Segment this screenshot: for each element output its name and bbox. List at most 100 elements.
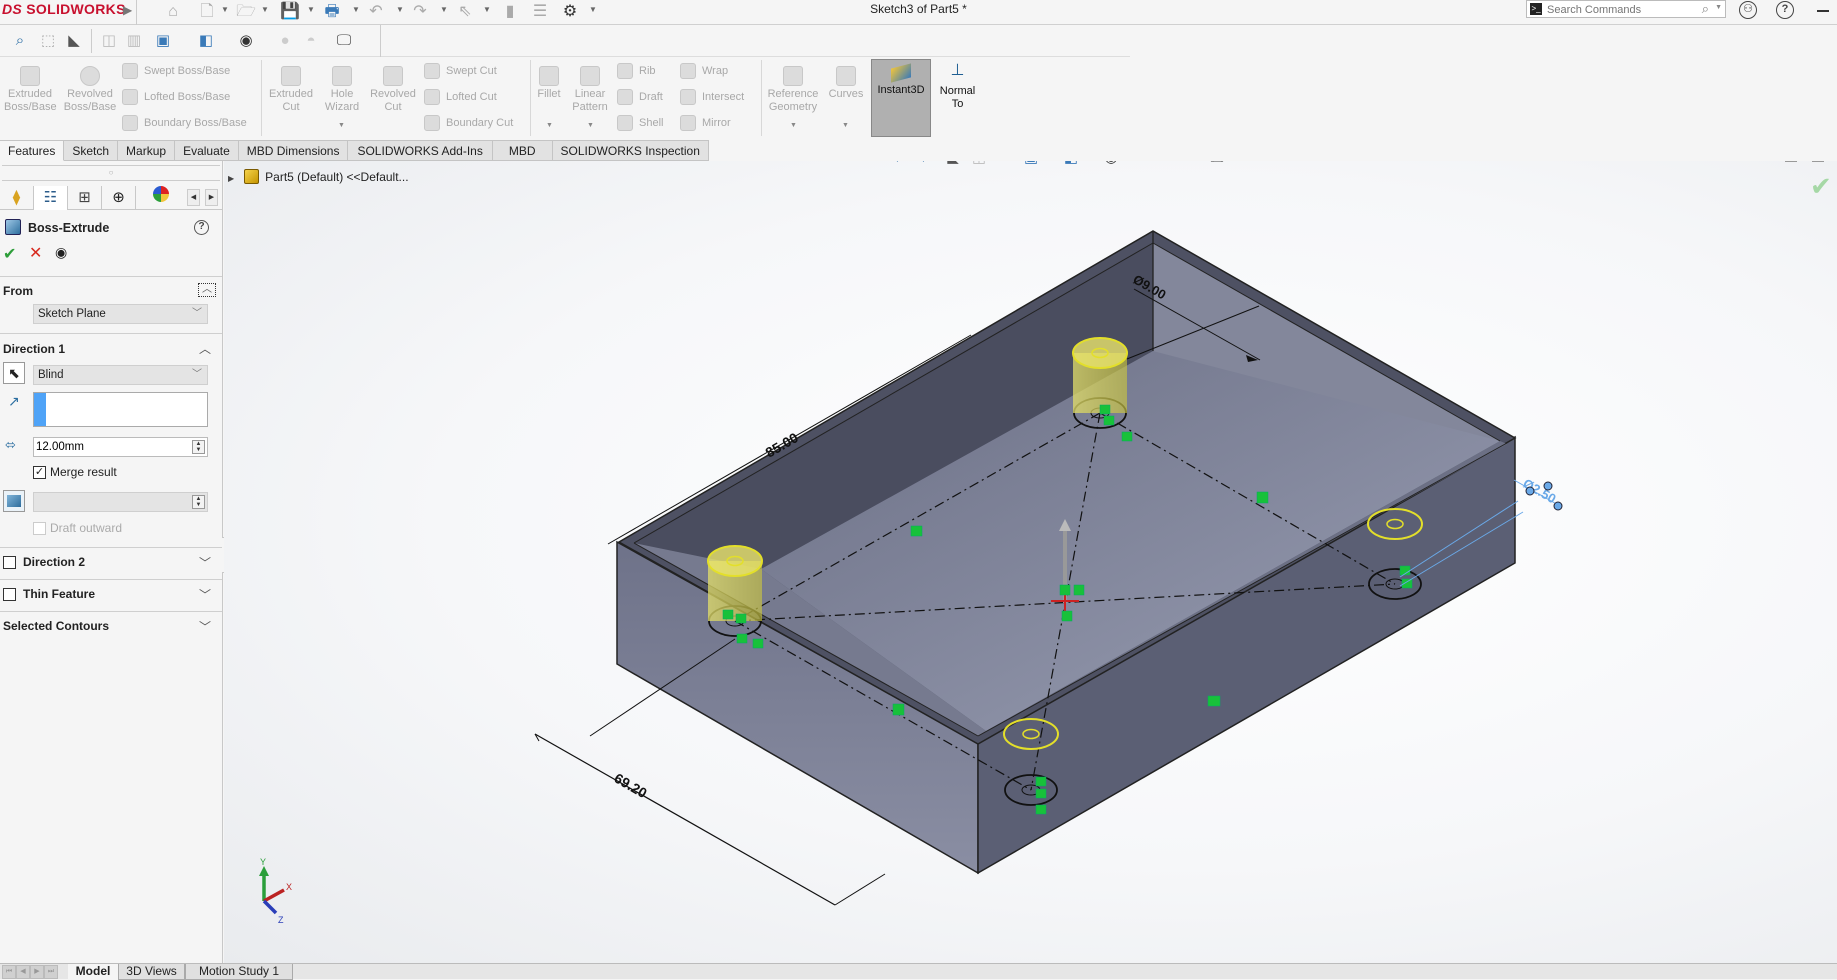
configurationmanager-icon[interactable]: ⊞ (68, 186, 102, 210)
mirror-button[interactable]: Mirror (680, 113, 731, 133)
dimension-width-label[interactable]: 69.20 (612, 770, 651, 801)
lofted-cut-button[interactable]: Lofted Cut (424, 87, 497, 107)
dimxpert-icon[interactable]: ⊕ (102, 186, 136, 210)
swept-cut-button[interactable]: Swept Cut (424, 61, 497, 81)
instant3d-button[interactable]: Instant3D (871, 59, 931, 137)
home-icon[interactable]: ⌂ (163, 2, 183, 22)
display-style-icon[interactable]: ◧ (1060, 161, 1082, 169)
save-dropdown-icon[interactable]: ▼ (307, 5, 315, 14)
redo-icon[interactable]: ↷ (410, 2, 430, 22)
tab-3d-views[interactable]: 3D Views (118, 964, 185, 980)
tab-solidworks-add-ins[interactable]: SOLIDWORKS Add-Ins (348, 140, 493, 161)
revolved-boss-base-button[interactable]: Revolved Boss/Base (62, 66, 118, 114)
reference-geometry-dropdown-icon[interactable]: ▼ (790, 122, 797, 129)
redo-dropdown-icon[interactable]: ▼ (440, 5, 448, 14)
tab-model[interactable]: Model (68, 964, 118, 980)
select-dropdown-icon[interactable]: ▼ (483, 5, 491, 14)
view-settings-icon[interactable]: 🖵 (1206, 161, 1228, 169)
minimize-icon[interactable] (1817, 10, 1829, 12)
linear-pattern-dropdown-icon[interactable]: ▼ (587, 122, 594, 129)
boundary-boss-base-button[interactable]: Boundary Boss/Base (122, 113, 247, 133)
file-properties-icon[interactable]: ☰ (530, 2, 550, 22)
previous-tab-icon[interactable]: ◀ (16, 965, 30, 979)
zoom-to-fit-icon[interactable]: ⌕ (890, 161, 912, 169)
extruded-boss-base-button[interactable]: Extruded Boss/Base (4, 66, 57, 114)
draft-button[interactable]: Draft (617, 87, 663, 107)
draft-spinner-arrows[interactable]: ▲ ▼ (192, 495, 205, 509)
tab-mbd-dimensions[interactable]: MBD Dimensions (238, 140, 349, 161)
undo-icon[interactable]: ↶ (366, 2, 386, 22)
end-condition-select[interactable]: Blind ﹀ (33, 365, 208, 385)
normal-to-button[interactable]: ⊥ Normal To (935, 62, 980, 111)
featuremanager-tree-icon[interactable]: ⧫ (0, 186, 34, 210)
collapse-from-chevron-icon[interactable]: ︿ (198, 283, 216, 297)
depth-input[interactable] (36, 439, 186, 455)
section-view-icon[interactable]: ◫ (98, 30, 120, 52)
depth-spinbox[interactable]: ▲▼ (33, 437, 208, 457)
tab-sketch[interactable]: Sketch (64, 140, 119, 161)
section-view-icon[interactable]: ◫ (968, 161, 990, 169)
apply-scene-icon[interactable]: ◓ (1166, 161, 1188, 169)
fillet-button[interactable]: Fillet (533, 66, 565, 101)
hide-show-items-icon[interactable]: ◉ (235, 30, 257, 52)
collapse-left-pane-icon[interactable]: ◂ (1785, 161, 1797, 162)
zoom-to-area-icon[interactable]: ⌕ (916, 161, 938, 169)
view-orientation-icon[interactable]: ▣ (1020, 161, 1042, 169)
revolved-cut-button[interactable]: Revolved Cut (367, 66, 419, 114)
zoom-to-area-icon[interactable]: ⬚ (37, 30, 59, 52)
last-tab-icon[interactable]: ⏭ (44, 965, 58, 979)
print-dropdown-icon[interactable]: ▼ (352, 5, 360, 14)
draft-outward-checkbox[interactable] (33, 522, 46, 535)
panel-scroll-right-icon[interactable]: ▶ (205, 189, 218, 206)
help-icon[interactable]: ? (194, 220, 209, 235)
edit-appearance-icon[interactable]: ● (1140, 161, 1162, 169)
cancel-button[interactable]: ✕ (29, 243, 42, 263)
apply-scene-icon[interactable]: ◓ (300, 30, 322, 52)
edit-appearance-icon[interactable]: ● (274, 30, 296, 52)
direction-of-extrusion-selection-box[interactable] (33, 392, 208, 427)
linear-pattern-button[interactable]: Linear Pattern (568, 66, 612, 114)
tab-features[interactable]: Features (0, 140, 65, 161)
rib-button[interactable]: Rib (617, 61, 656, 81)
open-dropdown-icon[interactable]: ▼ (261, 5, 269, 14)
swept-boss-base-button[interactable]: Swept Boss/Base (122, 61, 230, 81)
menu-expand-arrow-icon[interactable]: ▶ (123, 3, 132, 17)
ok-button[interactable]: ✔ (3, 244, 16, 264)
fillet-dropdown-icon[interactable]: ▼ (546, 122, 553, 129)
draft-angle-spinbox[interactable]: ▲ ▼ (33, 492, 208, 512)
zoom-to-fit-icon[interactable]: ⌕ (9, 30, 31, 52)
first-tab-icon[interactable]: ⏮ (2, 965, 16, 979)
tab-solidworks-inspection[interactable]: SOLIDWORKS Inspection (552, 140, 709, 161)
expand-task-pane-icon[interactable]: ▸ (1812, 161, 1824, 162)
hole-wizard-button[interactable]: Hole Wizard (320, 66, 364, 114)
help-icon[interactable]: ? (1776, 1, 1794, 19)
display-manager-icon[interactable] (136, 186, 186, 210)
options-dropdown-icon[interactable]: ▼ (589, 5, 597, 14)
expand-thin-feature-chevron-icon[interactable]: ﹀ (199, 586, 211, 603)
expand-selected-contours-chevron-icon[interactable]: ﹀ (199, 618, 211, 635)
new-document-icon[interactable]: 🗋 (197, 2, 217, 22)
tab-markup[interactable]: Markup (118, 140, 176, 161)
select-icon[interactable]: ⇖ (455, 2, 475, 22)
reference-geometry-button[interactable]: Reference Geometry (764, 66, 822, 114)
previous-view-icon[interactable]: ◣ (942, 161, 964, 169)
view-orientation-icon[interactable]: ▣ (152, 30, 174, 52)
expand-direction2-chevron-icon[interactable]: ﹀ (199, 554, 211, 571)
curves-button[interactable]: Curves (826, 66, 866, 101)
search-commands-box[interactable]: >_ ⌕ ▼ (1526, 0, 1726, 18)
draft-on-off-button[interactable] (3, 490, 25, 512)
open-icon[interactable]: 🗁 (236, 2, 256, 22)
view-settings-icon[interactable]: 🖵 (333, 30, 355, 52)
user-account-icon[interactable]: ⚇ (1739, 1, 1757, 19)
model-canvas[interactable]: 85.00 69.20 Ø9.00 Ø2.50 Y X Z (224, 161, 1837, 963)
search-commands-input[interactable] (1547, 2, 1697, 17)
rebuild-icon[interactable]: ▮ (500, 2, 520, 22)
hide-show-items-icon[interactable]: ◉ (1100, 161, 1122, 169)
search-dropdown-icon[interactable]: ▼ (1715, 4, 1722, 11)
detailed-preview-eye-icon[interactable]: ◉ (55, 244, 67, 261)
collapse-direction1-chevron-icon[interactable]: ︿ (199, 340, 211, 357)
confirmation-corner-ok-icon[interactable]: ✔ (1810, 171, 1832, 202)
merge-result-checkbox[interactable]: ✓ (33, 466, 46, 479)
intersect-button[interactable]: Intersect (680, 87, 744, 107)
undo-dropdown-icon[interactable]: ▼ (396, 5, 404, 14)
